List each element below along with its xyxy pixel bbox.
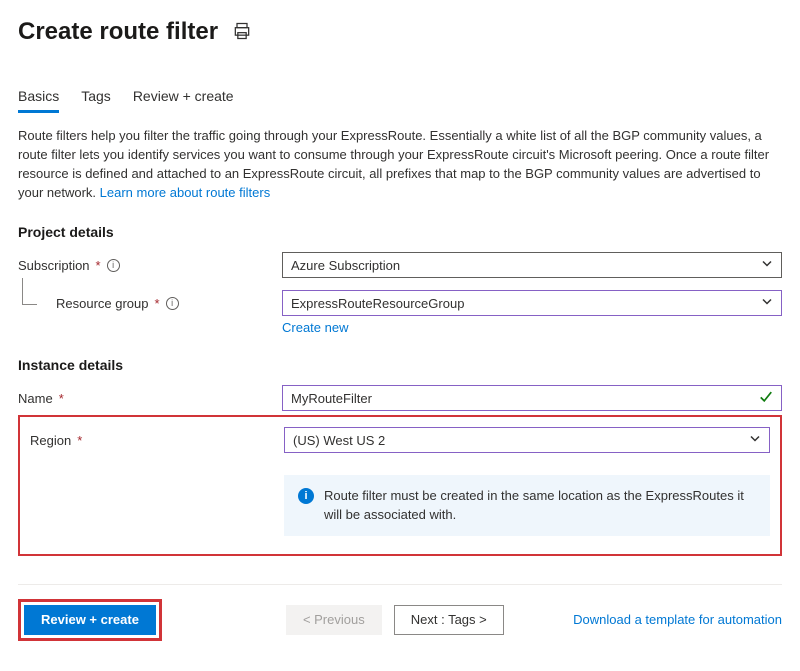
- learn-more-link[interactable]: Learn more about route filters: [100, 185, 271, 200]
- region-highlight-box: Region* (US) West US 2 i Route filter mu…: [18, 415, 782, 555]
- instance-details-heading: Instance details: [18, 357, 782, 373]
- info-icon[interactable]: i: [107, 259, 120, 272]
- name-input[interactable]: MyRouteFilter: [282, 385, 782, 411]
- chevron-down-icon: [749, 433, 761, 448]
- subscription-label: Subscription* i: [18, 258, 282, 273]
- page-title: Create route filter: [18, 18, 218, 46]
- tab-basics[interactable]: Basics: [18, 88, 59, 113]
- region-info-box: i Route filter must be created in the sa…: [284, 475, 770, 535]
- info-icon[interactable]: i: [166, 297, 179, 310]
- review-button-highlight: Review + create: [18, 599, 162, 641]
- resource-group-select[interactable]: ExpressRouteResourceGroup: [282, 290, 782, 316]
- tab-review[interactable]: Review + create: [133, 88, 234, 113]
- region-label: Region*: [30, 433, 284, 448]
- project-details-heading: Project details: [18, 224, 782, 240]
- subscription-select[interactable]: Azure Subscription: [282, 252, 782, 278]
- info-icon: i: [298, 488, 314, 504]
- review-create-button[interactable]: Review + create: [24, 605, 156, 635]
- download-template-link[interactable]: Download a template for automation: [573, 612, 782, 627]
- next-button[interactable]: Next : Tags >: [394, 605, 504, 635]
- create-new-link[interactable]: Create new: [282, 320, 782, 335]
- chevron-down-icon: [761, 258, 773, 273]
- name-label: Name*: [18, 391, 282, 406]
- wizard-tabs: Basics Tags Review + create: [18, 88, 782, 113]
- intro-text: Route filters help you filter the traffi…: [18, 127, 782, 202]
- wizard-footer: Review + create < Previous Next : Tags >…: [18, 599, 782, 641]
- footer-divider: [18, 584, 782, 585]
- tab-tags[interactable]: Tags: [81, 88, 111, 113]
- region-select[interactable]: (US) West US 2: [284, 427, 770, 453]
- previous-button: < Previous: [286, 605, 382, 635]
- resource-group-label: Resource group* i: [18, 296, 282, 311]
- check-icon: [759, 390, 773, 407]
- chevron-down-icon: [761, 296, 773, 311]
- print-icon[interactable]: [232, 21, 252, 44]
